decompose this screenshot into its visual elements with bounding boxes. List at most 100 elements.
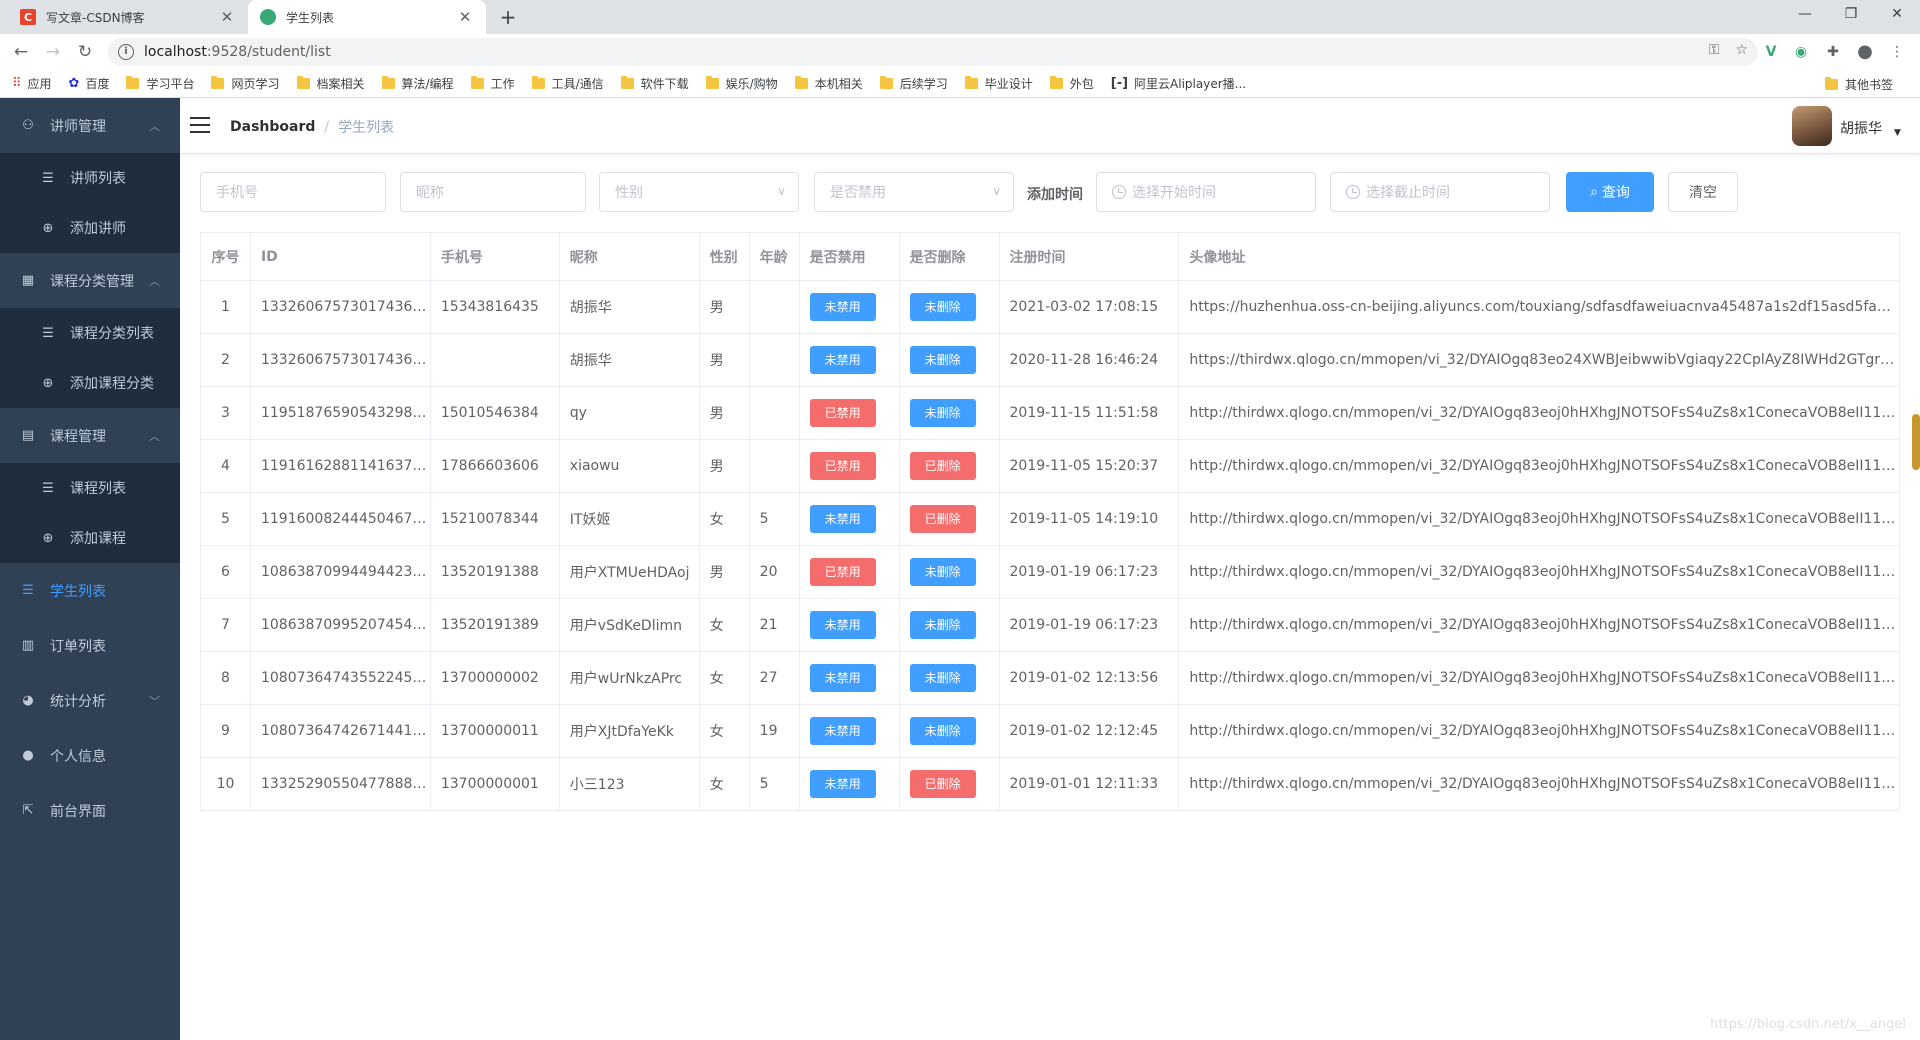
sidebar-item-teacher-list[interactable]: ☰ 讲师列表: [0, 153, 180, 203]
sidebar-item-order-list[interactable]: ▥ 订单列表: [0, 618, 180, 673]
plus-circle-icon: ⊕: [42, 220, 54, 236]
browser-tab-student-list[interactable]: 学生列表 ✕: [248, 0, 486, 34]
bookmark-folder[interactable]: 工具/通信: [531, 75, 604, 92]
table-row[interactable]: 4 1191616288114163713 17866603606 xiaowu 男 已禁…: [200, 439, 1900, 493]
table-row[interactable]: 7 1086387099520745473 13520191389 用户vSdKeDl…: [200, 598, 1900, 652]
disabled-status-tag[interactable]: 已禁用: [809, 558, 876, 586]
gender-select[interactable]: 性别 ∨: [599, 172, 799, 212]
more-menu-icon[interactable]: ⋮: [1886, 42, 1908, 62]
sidebar-group-statistics[interactable]: ◕ 统计分析 ﹀: [0, 673, 180, 728]
disabled-status-tag[interactable]: 未禁用: [809, 611, 876, 639]
bookmark-folder[interactable]: 网页学习: [211, 75, 280, 92]
vue-devtools-icon[interactable]: V: [1760, 42, 1782, 62]
restore-icon[interactable]: ❐: [1828, 0, 1874, 30]
chart-icon: ◕: [22, 693, 34, 708]
deleted-status-tag[interactable]: 已删除: [909, 770, 976, 798]
sidebar-group-teacher[interactable]: ⚇ 讲师管理 ︿: [0, 98, 180, 153]
table-row[interactable]: 1 1332606757301743618 15343816435 胡振华男 未禁用 未删…: [200, 280, 1900, 334]
hamburger-icon[interactable]: [190, 117, 210, 133]
disabled-status-tag[interactable]: 未禁用: [809, 717, 876, 745]
close-icon[interactable]: ✕: [218, 8, 236, 26]
disabled-status-tag[interactable]: 未禁用: [809, 505, 876, 533]
username[interactable]: 胡振华: [1840, 118, 1882, 138]
start-time-picker[interactable]: 选择开始时间: [1096, 172, 1316, 212]
disabled-select[interactable]: 是否禁用 ∨: [814, 172, 1014, 212]
disabled-status-tag[interactable]: 未禁用: [809, 293, 876, 321]
sidebar-group-category[interactable]: ▦ 课程分类管理 ︿: [0, 253, 180, 308]
bookmark-label: 后续学习: [899, 77, 948, 91]
column-header: 头像地址: [1178, 232, 1900, 281]
breadcrumb-dashboard[interactable]: Dashboard: [230, 119, 315, 135]
avatar[interactable]: [1792, 106, 1832, 146]
deleted-status-tag[interactable]: 已删除: [909, 505, 976, 533]
disabled-status-tag[interactable]: 已禁用: [809, 452, 876, 480]
book-icon: ▤: [21, 428, 35, 443]
bookmark-folder[interactable]: 档案相关: [296, 75, 365, 92]
deleted-status-tag[interactable]: 未删除: [909, 346, 976, 374]
deleted-status-tag[interactable]: 未删除: [909, 399, 976, 427]
deleted-status-tag[interactable]: 未删除: [909, 717, 976, 745]
bookmark-folder[interactable]: 工作: [470, 75, 515, 92]
sidebar-group-course[interactable]: ▤ 课程管理 ︿: [0, 408, 180, 463]
phone-input[interactable]: 手机号: [200, 172, 386, 212]
disabled-status-tag[interactable]: 未禁用: [809, 346, 876, 374]
sidebar-item-add-course[interactable]: ⊕ 添加课程: [0, 513, 180, 563]
bookmark-folder[interactable]: 算法/编程: [381, 75, 454, 92]
sidebar-item-frontend[interactable]: ⇱ 前台界面: [0, 783, 180, 838]
nickname-input[interactable]: 昵称: [400, 172, 586, 212]
sidebar-item-course-list[interactable]: ☰ 课程列表: [0, 463, 180, 513]
deleted-status-tag[interactable]: 未删除: [909, 611, 976, 639]
sidebar-item-category-list[interactable]: ☰ 课程分类列表: [0, 308, 180, 358]
bookmark-folder[interactable]: 本机相关: [794, 75, 863, 92]
end-time-picker[interactable]: 选择截止时间: [1330, 172, 1550, 212]
key-icon[interactable]: ⚿: [1709, 42, 1720, 58]
table-row[interactable]: 10 1332529055047788888 13700000001 小三123 女 5 未…: [200, 757, 1900, 811]
table-row[interactable]: 6 1086387099449442306 13520191388 用户XTMUeHD…: [200, 545, 1900, 599]
table-row[interactable]: 9 1080736474267144193 13700000011 用户XJtDfaY…: [200, 704, 1900, 758]
sidebar-item-add-teacher[interactable]: ⊕ 添加讲师: [0, 203, 180, 253]
profile-icon[interactable]: ●: [1854, 42, 1876, 62]
disabled-status-tag[interactable]: 已禁用: [809, 399, 876, 427]
table-row[interactable]: 3 1195187659054329857 15010546384 qy 男 已禁用 未删除…: [200, 386, 1900, 440]
new-tab-button[interactable]: +: [494, 4, 522, 30]
bookmark-folder[interactable]: 后续学习: [879, 75, 948, 92]
bookmark-baidu[interactable]: ✿ 百度: [69, 75, 110, 92]
close-icon[interactable]: ✕: [456, 8, 474, 26]
deleted-status-tag[interactable]: 未删除: [909, 664, 976, 692]
forward-arrow-icon[interactable]: →: [40, 40, 66, 64]
bookmark-star-icon[interactable]: ☆: [1735, 42, 1748, 58]
bookmark-folder[interactable]: 学习平台: [126, 75, 194, 92]
bookmark-apps[interactable]: ⠿ 应用: [12, 75, 52, 92]
extensions-puzzle-icon[interactable]: ✚: [1822, 42, 1844, 62]
table-row[interactable]: 8 1080736474355224577 13700000002 用户wUrNkzA…: [200, 651, 1900, 705]
bookmark-folder[interactable]: 娱乐/购物: [705, 75, 778, 92]
sidebar-item-student-list[interactable]: ☰ 学生列表: [0, 563, 180, 618]
back-arrow-icon[interactable]: ←: [8, 40, 34, 64]
table-row[interactable]: 5 1191600824445046786 15210078344 IT妖姬女 5 未禁用…: [200, 492, 1900, 546]
reload-icon[interactable]: ↻: [72, 40, 98, 64]
clear-button[interactable]: 清空: [1668, 172, 1738, 212]
bookmark-aliplayer[interactable]: [-] 阿里云Aliplayer播...: [1111, 75, 1246, 92]
table-row[interactable]: 2 1332606757301743617 胡振华男 未禁用 未删除 2020-11-28…: [200, 333, 1900, 387]
extension-green-icon[interactable]: ◉: [1790, 42, 1812, 62]
info-icon[interactable]: i: [118, 44, 134, 60]
browser-tab-csdn[interactable]: C 写文章-CSDN博客 ✕: [8, 0, 248, 34]
disabled-status-tag[interactable]: 未禁用: [809, 664, 876, 692]
query-button[interactable]: ⌕ 查询: [1566, 172, 1654, 212]
disabled-status-tag[interactable]: 未禁用: [809, 770, 876, 798]
sidebar-item-label: 添加课程: [70, 531, 126, 547]
bookmark-folder[interactable]: 软件下载: [620, 75, 689, 92]
scrollbar-thumb[interactable]: [1912, 414, 1920, 470]
caret-down-icon[interactable]: ▼: [1894, 128, 1901, 138]
deleted-status-tag[interactable]: 未删除: [909, 293, 976, 321]
sidebar-item-add-category[interactable]: ⊕ 添加课程分类: [0, 358, 180, 408]
bookmark-folder[interactable]: 毕业设计: [964, 75, 1033, 92]
close-window-icon[interactable]: ✕: [1874, 0, 1920, 30]
sidebar-item-profile[interactable]: ● 个人信息: [0, 728, 180, 783]
minimize-icon[interactable]: —: [1782, 0, 1828, 30]
bookmark-other[interactable]: 其他书签: [1824, 70, 1893, 98]
deleted-status-tag[interactable]: 未删除: [909, 558, 976, 586]
bookmark-folder[interactable]: 外包: [1049, 75, 1094, 92]
deleted-status-tag[interactable]: 已删除: [909, 452, 976, 480]
url-input[interactable]: i localhost:9528/student/list ⚿ ☆: [108, 38, 1758, 66]
